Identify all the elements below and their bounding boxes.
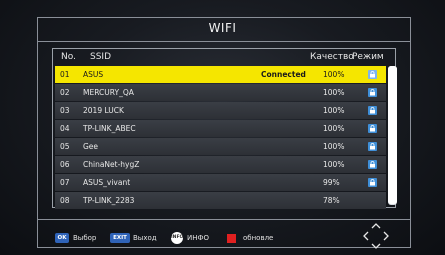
row-quality: 100% xyxy=(323,88,345,97)
network-row[interactable]: 03 2019 LUCK 100% xyxy=(55,102,386,119)
row-number: 06 xyxy=(60,160,70,169)
network-list: 01 ASUS Connected 100% 02 MERCURY_QA 100… xyxy=(55,66,386,210)
lock-icon xyxy=(368,160,377,169)
network-row[interactable]: 07 ASUS_vivant 99% xyxy=(55,174,386,191)
info-key: INFO xyxy=(171,232,183,244)
row-quality: 78% xyxy=(323,196,340,205)
row-ssid: ASUS xyxy=(83,70,104,79)
network-row[interactable]: 01 ASUS Connected 100% xyxy=(55,66,386,83)
row-ssid: Gee xyxy=(83,142,99,151)
network-row[interactable]: 06 ChinaNet-hygZ 100% xyxy=(55,156,386,173)
row-quality: 100% xyxy=(323,160,345,169)
exit-label: Выход xyxy=(133,234,157,242)
row-ssid: TP-LINK_2283 xyxy=(83,196,135,205)
network-row[interactable]: 04 TP-LINK_ABEC 100% xyxy=(55,120,386,137)
lock-icon xyxy=(368,70,377,79)
row-ssid: 2019 LUCK xyxy=(83,106,124,115)
lock-icon xyxy=(368,178,377,187)
network-row[interactable]: 08 TP-LINK_2283 78% xyxy=(55,192,386,209)
row-number: 02 xyxy=(60,88,70,97)
column-mode: Режим xyxy=(352,52,384,62)
row-quality: 99% xyxy=(323,178,340,187)
column-quality: Качество xyxy=(310,52,354,62)
page-title: WIFI xyxy=(208,21,237,35)
lock-icon xyxy=(368,142,377,151)
lock-icon xyxy=(368,106,377,115)
lock-icon xyxy=(368,88,377,97)
row-quality: 100% xyxy=(323,142,345,151)
row-quality: 100% xyxy=(323,70,345,79)
row-ssid: TP-LINK_ABEC xyxy=(83,124,136,133)
refresh-label: обновле xyxy=(243,234,274,242)
connection-status: Connected xyxy=(261,70,306,79)
red-key-icon xyxy=(227,234,236,243)
row-number: 05 xyxy=(60,142,70,151)
ok-key: OK xyxy=(55,233,69,243)
row-number: 03 xyxy=(60,106,70,115)
network-row[interactable]: 05 Gee 100% xyxy=(55,138,386,155)
column-ssid: SSID xyxy=(90,52,112,62)
ok-label: Выбор xyxy=(73,234,97,242)
row-ssid: MERCURY_QA xyxy=(83,88,134,97)
exit-key: EXIT xyxy=(110,233,130,243)
row-number: 04 xyxy=(60,124,70,133)
row-quality: 100% xyxy=(323,124,345,133)
column-no: No. xyxy=(61,52,76,62)
network-row[interactable]: 02 MERCURY_QA 100% xyxy=(55,84,386,101)
row-quality: 100% xyxy=(323,106,345,115)
row-ssid: ChinaNet-hygZ xyxy=(83,160,140,169)
scrollbar-thumb[interactable] xyxy=(388,66,397,204)
lock-icon xyxy=(368,124,377,133)
header-divider xyxy=(38,41,410,42)
row-ssid: ASUS_vivant xyxy=(83,178,131,187)
row-number: 01 xyxy=(60,70,70,79)
footer-divider xyxy=(38,219,410,220)
navigation-arrows-icon xyxy=(363,223,389,249)
row-number: 08 xyxy=(60,196,70,205)
row-number: 07 xyxy=(60,178,70,187)
info-label: ИНФО xyxy=(187,234,210,242)
